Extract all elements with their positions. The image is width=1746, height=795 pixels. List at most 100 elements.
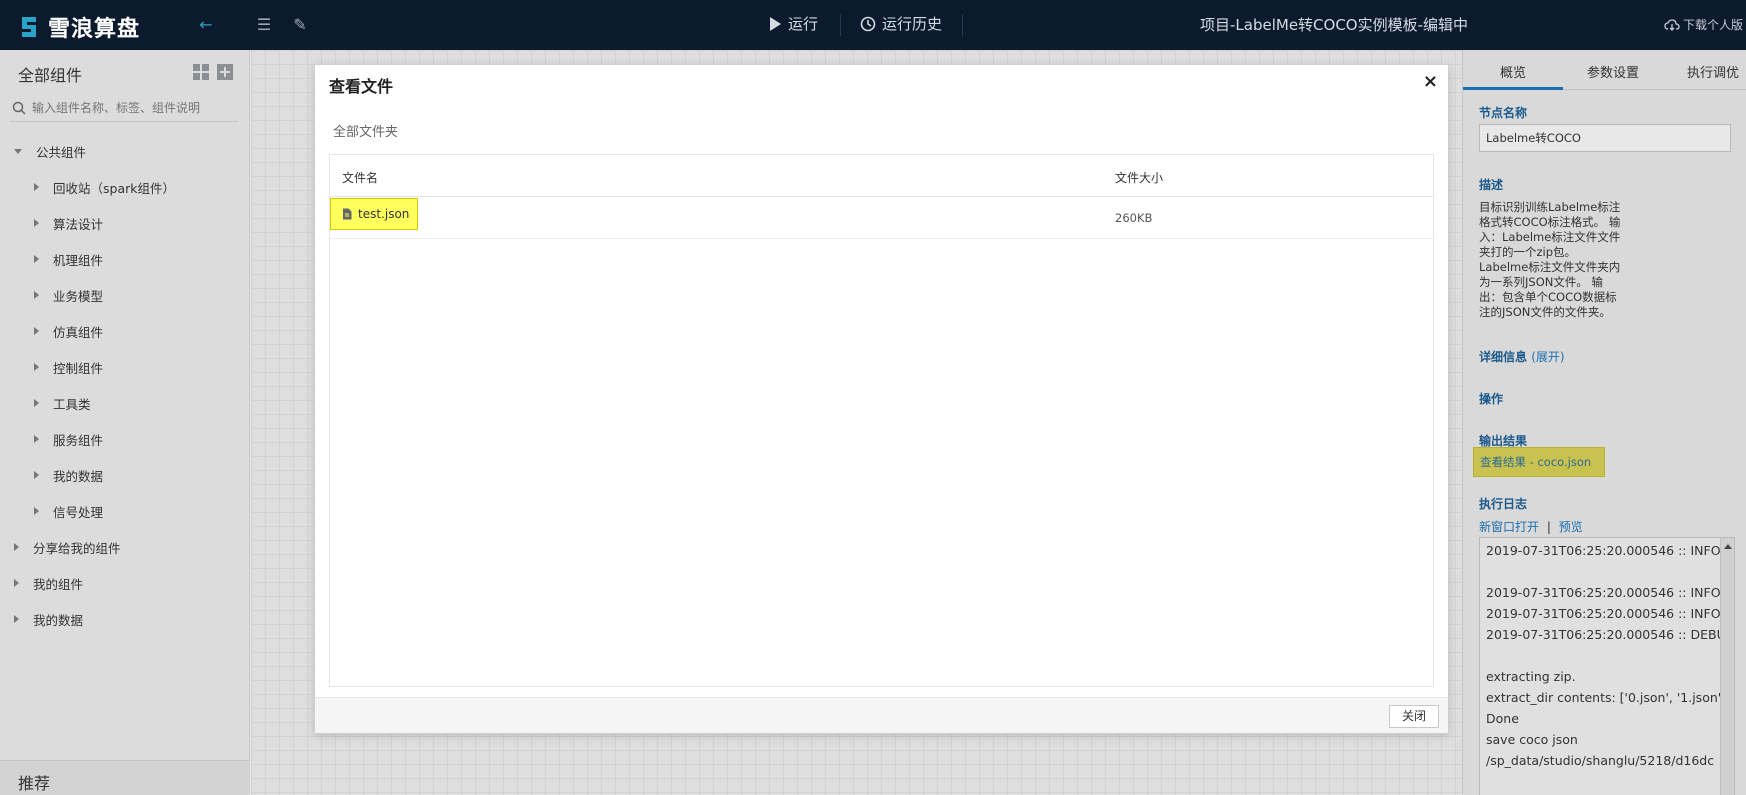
recommend-label: 推荐 <box>18 774 51 793</box>
open-new-window-link[interactable]: 新窗口打开 <box>1479 520 1539 534</box>
log-line: save coco json <box>1486 732 1578 747</box>
tab-parameters[interactable]: 参数设置 <box>1563 62 1663 81</box>
tree-item-control[interactable]: 控制组件 <box>0 349 250 385</box>
close-icon[interactable]: × <box>1423 71 1438 92</box>
column-header-size: 文件大小 <box>1115 171 1164 185</box>
tree-item-signal[interactable]: 信号处理 <box>0 493 250 529</box>
caret-right-icon <box>34 507 39 515</box>
tree-item-public[interactable]: 公共组件 <box>0 133 250 169</box>
tree-item-my-components[interactable]: 我的组件 <box>0 565 250 601</box>
search-input[interactable] <box>32 100 232 115</box>
table-row[interactable]: test.json 260KB <box>330 197 1433 239</box>
preview-link[interactable]: 预览 <box>1559 520 1583 534</box>
tree-item-label: 我的数据 <box>33 612 84 628</box>
download-label: 下载个人版 <box>1683 18 1744 32</box>
scroll-up-icon[interactable] <box>1724 544 1732 549</box>
dialog-footer: 关闭 <box>315 697 1448 733</box>
tree-item-label: 我的组件 <box>33 576 84 592</box>
logo-text: 雪浪算盘 <box>48 17 141 42</box>
description-label: 描述 <box>1479 178 1504 192</box>
tree-item-label: 我的数据 <box>53 468 104 484</box>
file-name: test.json <box>358 207 410 221</box>
run-button[interactable]: 运行 <box>768 13 818 34</box>
tree-item-label: 算法设计 <box>53 216 104 232</box>
caret-right-icon <box>14 543 19 551</box>
tree-item-label: 仿真组件 <box>53 324 104 340</box>
log-line: 2019-07-31T06:25:20.000546 :: INFO <box>1486 585 1721 600</box>
play-icon <box>770 16 781 31</box>
caret-right-icon <box>14 579 19 587</box>
clock-icon <box>860 16 876 31</box>
tab-overview[interactable]: 概览 <box>1463 62 1563 81</box>
log-link-separator: | <box>1546 520 1551 534</box>
log-line: /sp_data/studio/shanglu/5218/d16dc <box>1486 753 1715 768</box>
caret-right-icon <box>34 183 39 191</box>
divider <box>962 14 963 36</box>
grid-view-icon[interactable] <box>193 64 209 80</box>
caret-right-icon <box>34 435 39 443</box>
file-size: 260KB <box>1115 211 1153 225</box>
tree-item-my-data[interactable]: 我的数据 <box>0 601 250 637</box>
log-links: 新窗口打开 | 预览 <box>1479 518 1583 535</box>
tree-item-recycle[interactable]: 回收站（spark组件） <box>0 169 250 205</box>
add-icon[interactable] <box>217 64 233 80</box>
caret-down-icon <box>14 148 22 154</box>
logo-icon <box>22 17 36 37</box>
tree-item-algorithm[interactable]: 算法设计 <box>0 205 250 241</box>
log-label: 执行日志 <box>1479 497 1528 511</box>
magic-wand-icon[interactable]: ✎ <box>290 15 310 35</box>
run-label: 运行 <box>788 15 819 33</box>
log-line: Done <box>1486 711 1519 726</box>
operations-label: 操作 <box>1479 392 1504 406</box>
file-link[interactable]: test.json <box>330 198 418 230</box>
run-history-button[interactable]: 运行历史 <box>860 13 942 34</box>
caret-right-icon <box>34 471 39 479</box>
column-header-name: 文件名 <box>342 171 379 185</box>
log-line: extract_dir contents: ['0.json', '1.json… <box>1486 690 1726 705</box>
view-result-link[interactable]: 查看结果 - coco.json <box>1473 447 1605 477</box>
log-scrollbar[interactable] <box>1720 538 1734 795</box>
tree-item-tools[interactable]: 工具类 <box>0 385 250 421</box>
project-title: 项目-LabelMe转COCO实例模板-编辑中 <box>1200 16 1469 34</box>
outline-icon[interactable]: ☰ <box>254 15 274 35</box>
close-button[interactable]: 关闭 <box>1389 705 1439 728</box>
breadcrumb[interactable]: 全部文件夹 <box>333 121 398 140</box>
component-search[interactable] <box>10 94 238 122</box>
tree-item-business[interactable]: 业务模型 <box>0 277 250 313</box>
active-tab-indicator <box>1463 87 1563 90</box>
caret-right-icon <box>34 399 39 407</box>
log-line: extracting zip. <box>1486 669 1576 684</box>
panel-header-actions <box>193 64 233 80</box>
view-files-dialog: 查看文件 × 全部文件夹 文件名 文件大小 test.json 260KB 关闭 <box>314 64 1449 734</box>
tree-item-label: 公共组件 <box>36 144 87 160</box>
node-name-field[interactable]: Labelme转COCO <box>1479 124 1731 152</box>
back-arrow-icon[interactable]: ← <box>196 15 216 35</box>
tree-item-label: 回收站（spark组件） <box>53 180 175 196</box>
top-bar: 雪浪算盘 ← ☰ ✎ 运行 运行历史 项目-LabelMe转COCO实例模板-编… <box>0 0 1746 50</box>
tab-tuning[interactable]: 执行调优 <box>1663 62 1746 81</box>
run-history-label: 运行历史 <box>882 15 943 33</box>
app-logo[interactable]: 雪浪算盘 <box>18 11 140 43</box>
tree-item-service[interactable]: 服务组件 <box>0 421 250 457</box>
download-button[interactable]: 下载个人版 <box>1664 16 1743 33</box>
file-icon <box>343 208 352 220</box>
tree-item-label: 工具类 <box>53 396 91 412</box>
node-name-label: 节点名称 <box>1479 106 1528 120</box>
properties-panel: 概览 参数设置 执行调优 节点名称 Labelme转COCO 描述 目标识别训练… <box>1462 50 1746 795</box>
recommend-section[interactable]: 推荐 <box>0 760 250 795</box>
tree-item-simulation[interactable]: 仿真组件 <box>0 313 250 349</box>
tree-item-mechanism[interactable]: 机理组件 <box>0 241 250 277</box>
caret-right-icon <box>34 327 39 335</box>
log-line: 2019-07-31T06:25:20.000546 :: DEBUG <box>1486 627 1735 642</box>
execution-log[interactable]: 2019-07-31T06:25:20.000546 :: INFO 2019-… <box>1479 537 1735 795</box>
expand-link[interactable]: (展开) <box>1531 350 1564 364</box>
log-line: 2019-07-31T06:25:20.000546 :: INFO <box>1486 543 1721 558</box>
tree-item-shared[interactable]: 分享给我的组件 <box>0 529 250 565</box>
tree-item-label: 机理组件 <box>53 252 104 268</box>
caret-right-icon <box>34 255 39 263</box>
tree-item-label: 业务模型 <box>53 288 104 304</box>
tree-item-mydata-sub[interactable]: 我的数据 <box>0 457 250 493</box>
log-line: 2019-07-31T06:25:20.000546 :: INFO <box>1486 606 1721 621</box>
